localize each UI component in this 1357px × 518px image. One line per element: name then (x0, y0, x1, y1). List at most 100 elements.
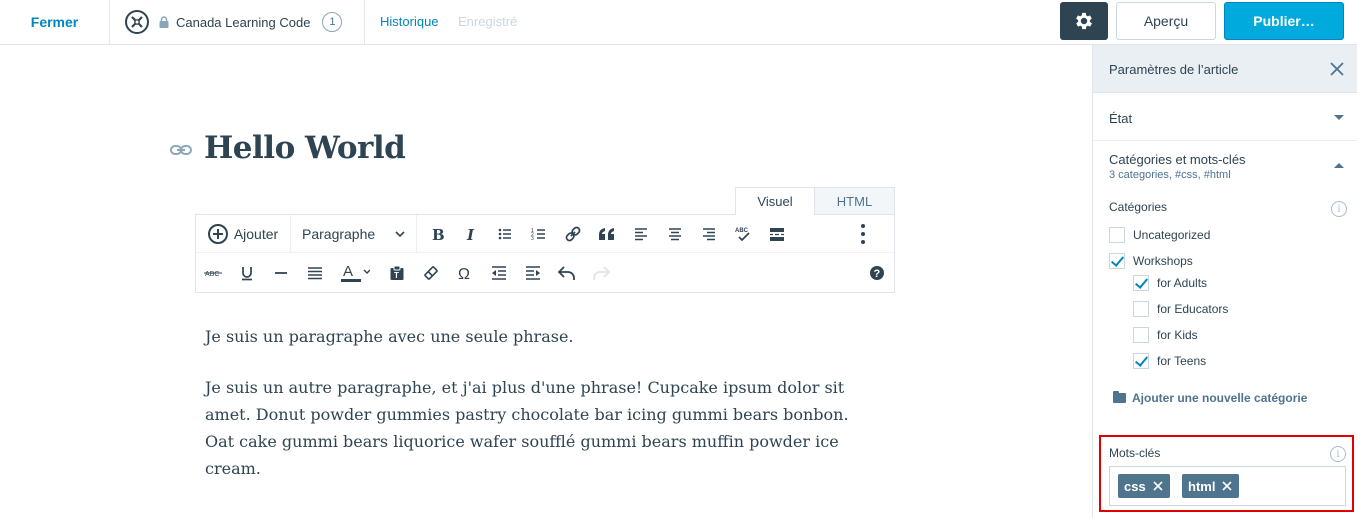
undo-button[interactable] (550, 254, 584, 292)
read-more-icon (770, 228, 784, 241)
align-center-button[interactable] (658, 215, 692, 253)
tag-label: css (1124, 478, 1146, 494)
chevron-down-icon (395, 231, 405, 238)
omega-icon: Ω (458, 266, 470, 281)
category-checkbox-workshops[interactable]: Workshops (1109, 252, 1193, 270)
lock-icon (159, 16, 169, 28)
category-label: for Kids (1157, 328, 1198, 342)
checkbox[interactable] (1133, 327, 1149, 343)
categories-section-summary: 3 categories, #css, #html (1109, 169, 1231, 181)
remove-tag-button[interactable] (1146, 474, 1170, 498)
strikethrough-button[interactable]: ABC (196, 254, 230, 292)
horizontal-rule-button[interactable] (264, 254, 298, 292)
tab-visual[interactable]: Visuel (735, 187, 815, 215)
settings-button[interactable] (1060, 2, 1108, 40)
bold-button[interactable]: B (420, 215, 454, 253)
category-checkbox-for-educators[interactable]: for Educators (1133, 300, 1228, 318)
align-left-button[interactable] (624, 215, 658, 253)
blockquote-button[interactable] (590, 215, 624, 253)
tab-html[interactable]: HTML (814, 187, 895, 214)
permalink-icon[interactable] (170, 142, 192, 158)
category-label: for Teens (1157, 354, 1207, 368)
add-category-label: Ajouter une nouvelle catégorie (1132, 391, 1308, 405)
post-title[interactable]: Hello World (204, 130, 406, 166)
read-more-button[interactable] (760, 215, 794, 253)
categories-section-toggle[interactable]: Catégories et mots-clés 3 categories, #c… (1093, 142, 1357, 192)
category-checkbox-for-kids[interactable]: for Kids (1133, 326, 1198, 344)
checkbox[interactable] (1133, 301, 1149, 317)
top-bar: Fermer Canada Learning Code 1 Historique… (0, 0, 1357, 45)
publish-button[interactable]: Publier… (1224, 2, 1344, 40)
paste-text-button[interactable]: T (380, 254, 414, 292)
tags-section: Mots-clés i css html (1099, 435, 1354, 512)
underline-button[interactable] (230, 254, 264, 292)
text-color-button[interactable]: A (332, 254, 378, 292)
category-checkbox-for-adults[interactable]: for Adults (1133, 274, 1207, 292)
italic-button[interactable]: I (454, 215, 488, 253)
more-options-button[interactable] (846, 215, 880, 253)
info-icon[interactable]: i (1330, 446, 1346, 462)
svg-text:ABC: ABC (735, 228, 749, 234)
bold-icon: B (432, 226, 445, 242)
redo-button[interactable] (584, 254, 618, 292)
info-icon[interactable]: i (1331, 201, 1347, 217)
preview-button[interactable]: Aperçu (1116, 2, 1216, 40)
numbered-list-icon: 123 (531, 228, 545, 242)
tags-input[interactable]: css html (1109, 466, 1346, 506)
svg-text:Ω: Ω (458, 266, 470, 281)
checkbox[interactable] (1109, 227, 1125, 243)
justify-button[interactable] (298, 254, 332, 292)
checkbox[interactable] (1133, 275, 1149, 291)
indent-button[interactable] (516, 254, 550, 292)
tags-label: Mots-clés (1109, 446, 1161, 460)
close-icon (1153, 481, 1163, 491)
spellcheck-button[interactable]: ABC (726, 215, 760, 253)
svg-text:3: 3 (531, 236, 534, 242)
checkbox[interactable] (1133, 353, 1149, 369)
category-label: Workshops (1133, 254, 1193, 268)
format-select[interactable]: Paragraphe (292, 215, 416, 253)
history-link[interactable]: Historique (380, 14, 439, 29)
toolbar-row-primary: Ajouter Paragraphe B I 123 ABC (196, 215, 894, 253)
strikethrough-icon: ABC (204, 271, 222, 278)
special-character-button[interactable]: Ω (448, 254, 482, 292)
clipboard-icon: T (390, 265, 404, 280)
close-icon[interactable] (1329, 61, 1345, 77)
outdent-button[interactable] (482, 254, 516, 292)
bullet-list-button[interactable] (488, 215, 522, 253)
align-left-icon (635, 228, 647, 241)
tag-chip: css (1118, 474, 1170, 498)
checkbox[interactable] (1109, 253, 1125, 269)
plus-circle-icon (207, 224, 228, 244)
spellcheck-icon: ABC (735, 228, 750, 242)
align-right-button[interactable] (692, 215, 726, 253)
add-block-button[interactable]: Ajouter (196, 215, 290, 253)
close-icon (1222, 481, 1233, 491)
category-checkbox-for-teens[interactable]: for Teens (1133, 352, 1206, 370)
chevron-down-icon (1334, 115, 1344, 120)
svg-text:?: ? (874, 268, 881, 280)
close-button[interactable]: Fermer (0, 0, 110, 44)
site-count-badge: 1 (322, 12, 343, 32)
category-label: for Educators (1157, 302, 1229, 316)
redo-icon (593, 266, 610, 280)
remove-tag-button[interactable] (1215, 474, 1239, 498)
save-status: Enregistré (458, 14, 518, 29)
chevron-up-icon (1334, 163, 1344, 168)
category-checkbox-uncategorized[interactable]: Uncategorized (1109, 226, 1210, 244)
numbered-list-button[interactable]: 123 (522, 215, 556, 253)
help-button[interactable]: ? (860, 254, 894, 292)
link-button[interactable] (556, 215, 590, 253)
site-name: Canada Learning Code (176, 14, 311, 30)
sidebar-title: Paramètres de l’article (1109, 62, 1239, 77)
content-paragraph[interactable]: Je suis un autre paragraphe, et j'ai plu… (205, 374, 865, 482)
align-right-icon (703, 228, 715, 241)
gear-icon (1076, 12, 1092, 30)
underline-icon (242, 267, 252, 281)
site-selector[interactable]: Canada Learning Code 1 (125, 10, 343, 34)
bullet-list-icon (498, 228, 511, 240)
add-category-button[interactable]: Ajouter une nouvelle catégorie (1113, 391, 1307, 405)
state-section-toggle[interactable]: État (1093, 94, 1357, 141)
content-paragraph[interactable]: Je suis un paragraphe avec une seule phr… (205, 323, 865, 350)
clear-formatting-button[interactable] (414, 254, 448, 292)
